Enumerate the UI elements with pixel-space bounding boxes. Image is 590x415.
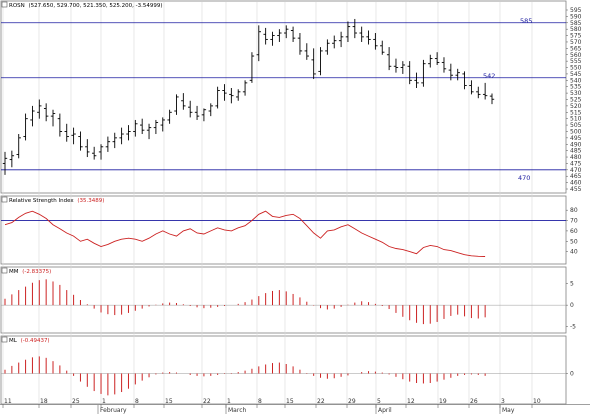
ml-header-name: ML — [9, 338, 18, 344]
month-label: March — [228, 407, 246, 414]
mm-header-name: MM — [9, 269, 19, 275]
x-tick-label: 18 — [40, 398, 48, 405]
chart-canvas: 5955905855805755705655605555505455405355… — [0, 0, 590, 415]
month-label: February — [100, 407, 127, 414]
rsi-header-value: (35.3489) — [77, 198, 104, 204]
chart-window: 595 590 585 580 575 570 565 560 555 550 545 540 535 5… — [0, 0, 590, 415]
x-tick-label: 1 — [102, 398, 106, 405]
rsi-header-icon[interactable] — [1, 196, 8, 203]
x-tick-label: 26 — [470, 398, 478, 405]
mm-y-tick-label: 5 — [570, 281, 574, 288]
x-tick-label: 15 — [286, 398, 294, 405]
price-header: ROSN (527.650, 529.700, 521.350, 525.200… — [9, 3, 163, 9]
price-header-name: ROSN — [9, 3, 25, 9]
rsi-y-tick-label: 70 — [570, 218, 578, 225]
x-tick-label: 22 — [317, 398, 325, 405]
rsi-y-tick-label: 80 — [570, 207, 578, 214]
x-tick-label: 10 — [533, 398, 541, 405]
rsi-y-tick-label: 50 — [570, 238, 578, 245]
x-tick-label: 3 — [501, 398, 505, 405]
ml-y-tick-label: 0 — [570, 371, 574, 378]
x-tick-label: 5 — [377, 398, 381, 405]
price-header-values: (527.650, 529.700, 521.350, 525.200, -3.… — [29, 3, 163, 9]
mm-header-icon[interactable] — [1, 267, 8, 274]
level-label-542: 542 — [483, 72, 495, 80]
mm-y-tick-label: 0 — [570, 302, 574, 309]
rsi-header-name: Relative Strength Index — [9, 198, 74, 204]
x-tick-label: 8 — [258, 398, 262, 405]
x-tick-label: 8 — [135, 398, 139, 405]
price-y-tick-label: 455 — [570, 186, 582, 193]
x-tick-label: 29 — [348, 398, 356, 405]
x-tick-label: 22 — [203, 398, 211, 405]
x-tick-label: 25 — [72, 398, 80, 405]
rsi-y-tick-label: 60 — [570, 228, 578, 235]
x-tick-label: 11 — [4, 398, 12, 405]
mm-header-value: (-2.83375) — [22, 269, 51, 275]
price-header-icon[interactable] — [1, 1, 8, 8]
rsi-header: Relative Strength Index (35.3489) — [9, 198, 104, 204]
x-tick-label: 15 — [165, 398, 173, 405]
mm-header: MM (-2.83375) — [9, 269, 51, 275]
month-label: May — [502, 407, 515, 414]
x-tick-label: 12 — [407, 398, 415, 405]
level-label-585: 585 — [520, 17, 532, 25]
month-label: April — [378, 407, 392, 414]
ml-header: ML (-0.49437) — [9, 338, 50, 344]
x-tick-label: 19 — [439, 398, 447, 405]
level-label-470: 470 — [518, 174, 530, 182]
mm-y-tick-label: -5 — [570, 324, 576, 331]
ml-header-value: (-0.49437) — [21, 338, 50, 344]
ml-header-icon[interactable] — [1, 336, 8, 343]
x-tick-label: 1 — [227, 398, 231, 405]
rsi-y-tick-label: 40 — [570, 249, 578, 256]
